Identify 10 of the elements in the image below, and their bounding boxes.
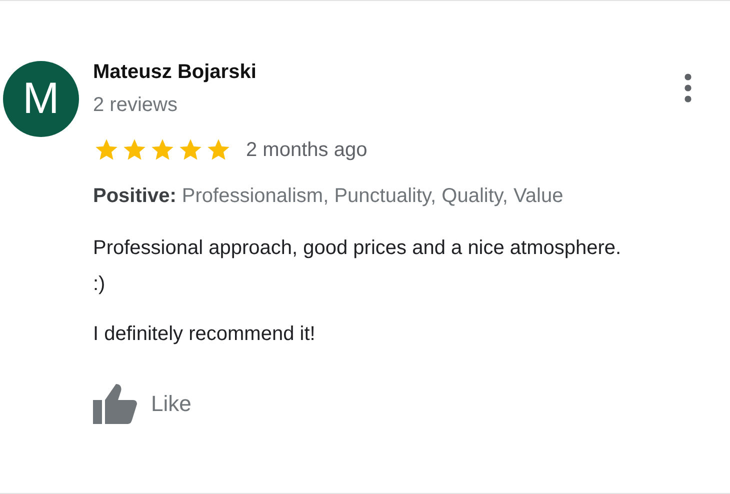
review-text: Professional approach, good prices and a nice atmosphere. :) — [93, 236, 622, 297]
review-attributes: Positive: Professionalism, Punctuality, Quality, Value — [93, 185, 564, 208]
thumbs-up-icon — [93, 384, 137, 424]
like-button[interactable]: Like — [93, 384, 192, 424]
avatar: M — [3, 61, 79, 137]
review-count: 2 reviews — [93, 93, 178, 118]
author-name[interactable]: Mateusz Bojarski — [93, 59, 256, 85]
review-time: 2 months ago — [246, 138, 368, 162]
more-options-icon[interactable] — [684, 73, 692, 103]
review-text: I definitely recommend it! — [93, 322, 316, 347]
